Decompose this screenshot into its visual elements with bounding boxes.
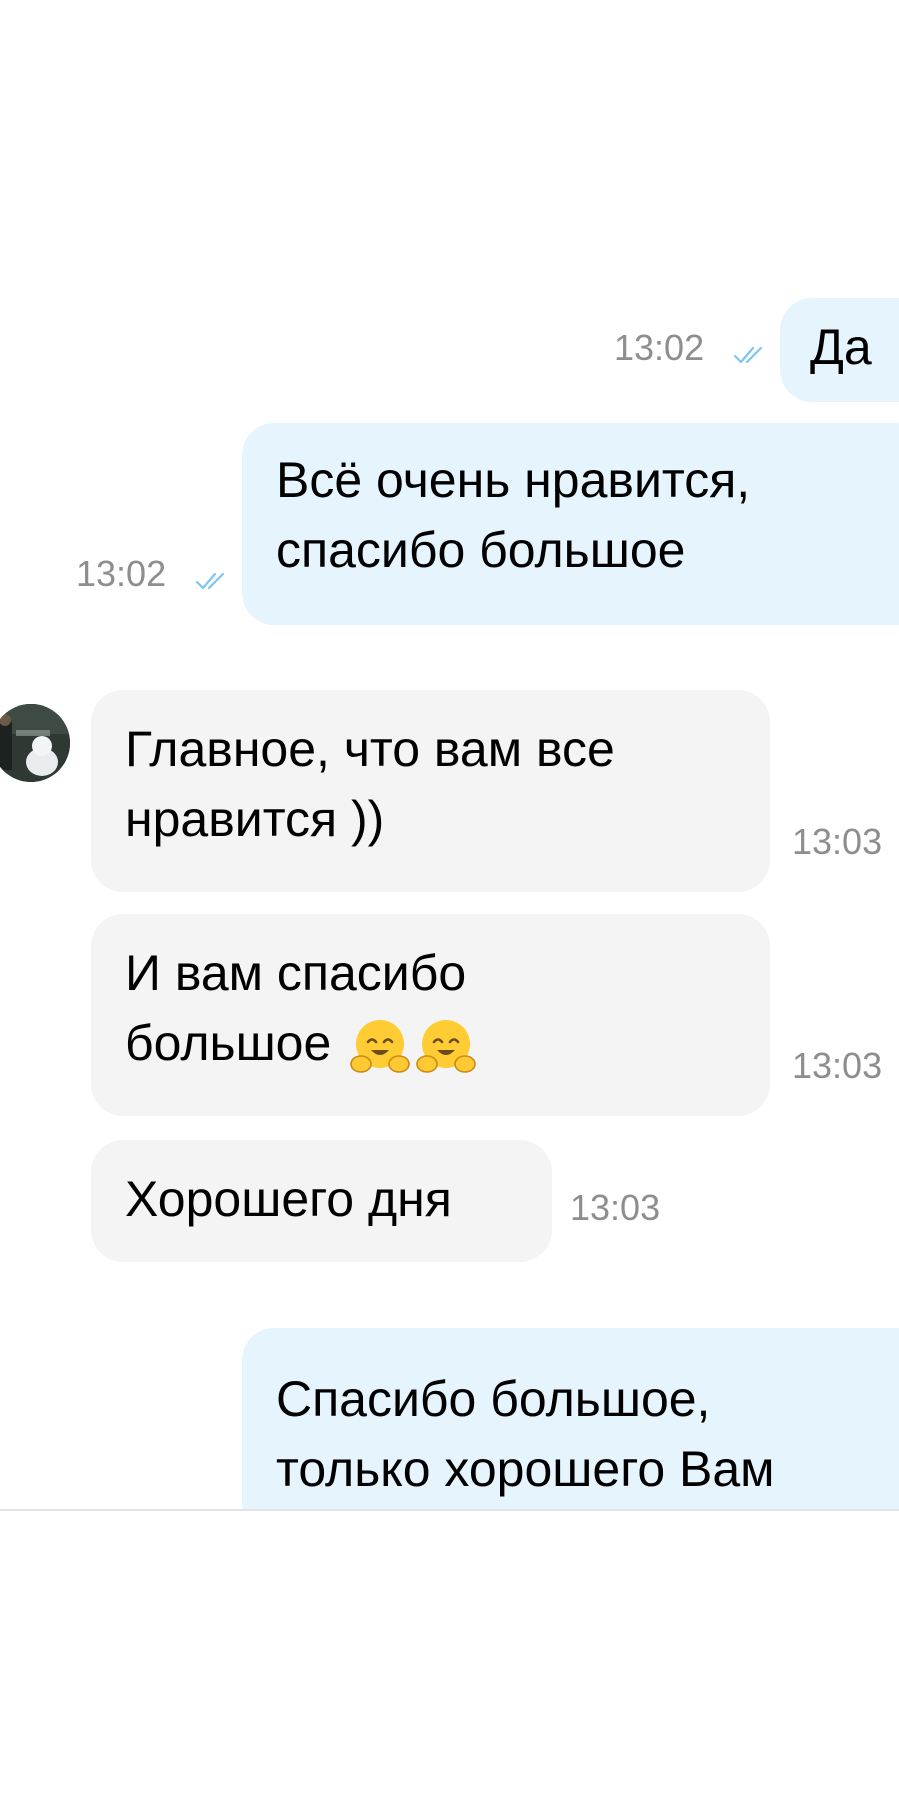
hugging-face-emoji — [350, 1019, 411, 1073]
message-text-line: только хорошего Вам — [276, 1441, 775, 1497]
chat-messages[interactable]: 13:02 Да 13:02 Всё очень нравится, спаси… — [0, 0, 899, 1510]
contact-avatar[interactable] — [0, 704, 70, 782]
message-text: Хорошего дня — [125, 1171, 452, 1227]
outgoing-message[interactable]: Да — [780, 298, 899, 402]
incoming-message[interactable]: Главное, что вам все нравится )) — [91, 690, 770, 892]
incoming-message[interactable]: И вам спасибо большое — [91, 914, 770, 1116]
incoming-message[interactable]: Хорошего дня — [91, 1140, 552, 1262]
message-text-line: нравится )) — [125, 791, 385, 847]
message-time: 13:03 — [792, 1045, 883, 1086]
message-time: 13:02 — [614, 327, 705, 368]
double-check-icon — [733, 346, 763, 364]
message-text-line: Спасибо большое, — [276, 1371, 711, 1427]
message-time: 13:03 — [570, 1187, 661, 1228]
double-check-icon — [195, 572, 225, 590]
outgoing-message[interactable]: Всё очень нравится, спасибо большое — [242, 423, 899, 625]
message-text: Да — [810, 319, 872, 375]
message-time: 13:03 — [792, 821, 883, 862]
message-time: 13:02 — [76, 553, 167, 594]
avatar-image — [0, 704, 70, 782]
message-text-line: И вам спасибо — [125, 945, 467, 1001]
message-text: большое — [125, 1015, 332, 1071]
outgoing-message[interactable]: Спасибо большое, только хорошего Вам — [242, 1328, 899, 1510]
message-text-line: спасибо большое — [276, 522, 686, 578]
hugging-face-emoji — [416, 1019, 477, 1073]
message-text-line: Всё очень нравится, — [276, 452, 751, 508]
message-text-line: Главное, что вам все — [125, 721, 615, 777]
message-text-line-with-emoji: большое — [125, 1008, 770, 1078]
bottom-blank-area — [0, 1511, 899, 1798]
